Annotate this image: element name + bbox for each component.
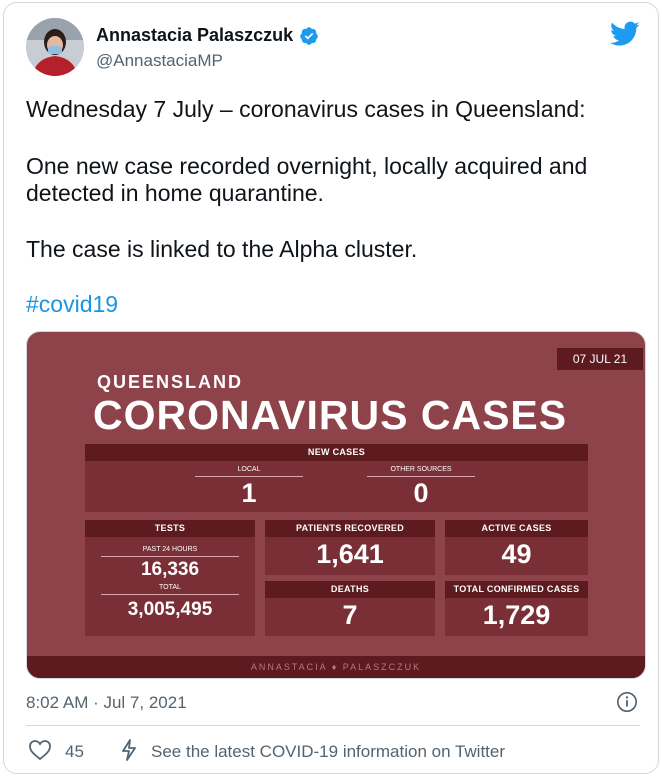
local-value: 1 [241, 478, 257, 508]
info-icon[interactable] [616, 691, 638, 713]
recovered-header: PATIENTS RECOVERED [265, 520, 435, 537]
graphic-footer: ANNASTACIA ♦ PALASZCZUK [27, 656, 645, 678]
tests-total-label: TOTAL [159, 584, 181, 591]
tweet-line-3: The case is linked to the Alpha cluster. [26, 236, 418, 262]
tweet-line-1: Wednesday 7 July – coronavirus cases in … [26, 96, 586, 122]
new-cases-header: NEW CASES [85, 444, 588, 461]
author-name[interactable]: Annastacia Palaszczuk [96, 25, 293, 46]
tests-panel: TESTS PAST 24 HOURS 16,336 TOTAL 3,005,4… [85, 520, 255, 636]
author-name-row[interactable]: Annastacia Palaszczuk [96, 25, 319, 46]
past-24-hours-value: 16,336 [140, 559, 200, 580]
tweet-line-2: One new case recorded overnight, locally… [26, 153, 588, 206]
infographic-image[interactable]: 07 JUL 21 QUEENSLAND CORONAVIRUS CASES N… [26, 331, 646, 679]
tests-total-rule [101, 594, 239, 595]
hashtag-link[interactable]: #covid19 [26, 291, 636, 318]
recovered-value: 1,641 [316, 539, 384, 569]
graphic-title: CORONAVIRUS CASES [93, 392, 568, 438]
tweet-timestamp[interactable]: 8:02 AM · Jul 7, 2021 [26, 693, 187, 713]
deaths-value: 7 [342, 600, 358, 630]
lightning-bolt-icon[interactable] [118, 738, 140, 762]
new-cases-panel: NEW CASES LOCAL 1 OTHER SOURCES 0 [85, 444, 588, 512]
recovered-panel: PATIENTS RECOVERED 1,641 [265, 520, 435, 575]
deaths-header: DEATHS [265, 581, 435, 598]
other-sources-value: 0 [413, 478, 429, 508]
local-rule [195, 476, 303, 477]
twitter-bird-icon[interactable] [610, 21, 640, 47]
total-confirmed-value: 1,729 [482, 600, 551, 630]
like-count[interactable]: 45 [65, 742, 84, 762]
past-24-hours-rule [101, 556, 239, 557]
covid-info-link[interactable]: See the latest COVID-19 information on T… [151, 742, 505, 762]
deaths-panel: DEATHS 7 [265, 581, 435, 636]
author-handle[interactable]: @AnnastaciaMP [96, 51, 223, 71]
avatar[interactable] [26, 18, 84, 76]
other-sources-label: OTHER SOURCES [390, 466, 452, 473]
local-label: LOCAL [237, 466, 261, 473]
heart-icon[interactable] [28, 739, 52, 761]
active-cases-header: ACTIVE CASES [445, 520, 588, 537]
past-24-hours-label: PAST 24 HOURS [142, 546, 198, 553]
active-cases-panel: ACTIVE CASES 49 [445, 520, 588, 575]
total-confirmed-header: TOTAL CONFIRMED CASES [445, 581, 588, 598]
total-confirmed-panel: TOTAL CONFIRMED CASES 1,729 [445, 581, 588, 636]
active-cases-value: 49 [501, 539, 532, 569]
tests-total-value: 3,005,495 [127, 599, 213, 620]
other-sources-rule [367, 476, 475, 477]
graphic-subtitle: QUEENSLAND [97, 372, 244, 392]
tests-header: TESTS [85, 520, 255, 537]
graphic-date: 07 JUL 21 [557, 348, 643, 370]
divider [26, 725, 640, 726]
verified-badge-icon [300, 26, 318, 45]
tweet-card: Annastacia Palaszczuk @AnnastaciaMP Wedn… [3, 2, 659, 774]
